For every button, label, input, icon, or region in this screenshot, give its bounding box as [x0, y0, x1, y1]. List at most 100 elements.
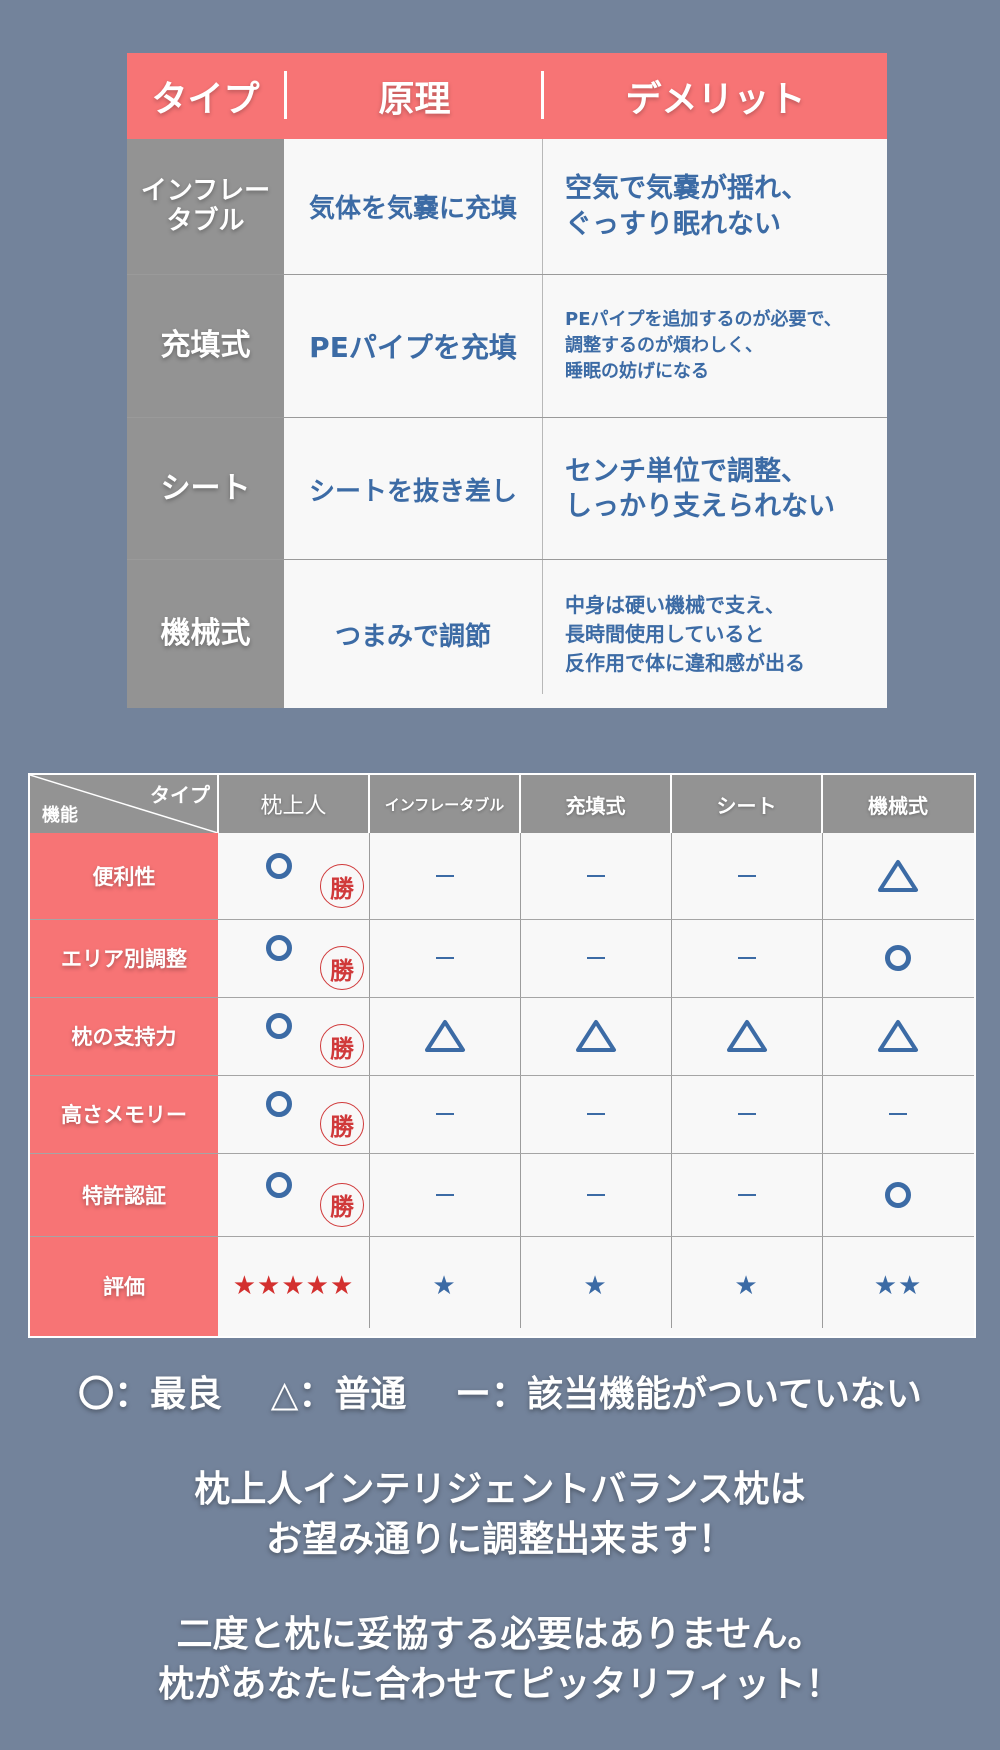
comparison-cell: [520, 1075, 671, 1153]
dash-mark-icon: [435, 957, 454, 959]
dash-mark-icon: [737, 957, 756, 959]
column-header: 枕上人: [260, 794, 327, 819]
comparison-cell: [369, 1075, 520, 1153]
comparison-cell: [520, 1153, 671, 1236]
comparison-cell: [369, 833, 520, 919]
header-divider: [519, 775, 521, 833]
header-divider: [670, 775, 672, 833]
comparison-cell: [369, 997, 520, 1075]
comparison-cell: [520, 919, 671, 997]
closing-message-2: 二度と枕に妥協する必要はありません。 枕があなたに合わせてピッタリフィット！: [158, 1614, 842, 1705]
comparison-cell: [822, 997, 974, 1075]
comparison-cell: 勝: [218, 1075, 369, 1153]
comparison-cell: [822, 919, 974, 997]
feature-row-label: エリア別調整: [61, 947, 187, 971]
comparison-cell: 勝: [218, 1153, 369, 1236]
column-header: 機械式: [868, 793, 928, 818]
win-badge-icon: 勝: [320, 1024, 364, 1068]
dash-mark-icon: [435, 875, 454, 877]
comparison-cell: [822, 1153, 974, 1236]
dash-mark-icon: [586, 957, 605, 959]
header-divider: [821, 775, 823, 833]
feature-row-label: 枕の支持力: [71, 1025, 177, 1049]
type-demerit: 中身は硬い機械で支え、 長時間使用していると 反作用で体に違和感が出る: [565, 592, 805, 675]
dash-mark-icon: [586, 1113, 605, 1115]
dash-mark-icon: [889, 1113, 907, 1115]
type-name: 充填式: [160, 327, 251, 363]
comparison-cell: [520, 997, 671, 1075]
comparison-cell: [671, 833, 822, 919]
type-row-filled: 充填式 PEパイプを充填 PEパイプを追加するのが必要で、 調整するのが煩わしく…: [127, 275, 887, 417]
win-badge-icon: 勝: [320, 946, 364, 990]
circle-mark-icon: [266, 1013, 292, 1039]
feature-row-label: 高さメモリー: [61, 1103, 187, 1127]
win-badge-icon: 勝: [320, 864, 364, 908]
circle-mark-icon: [885, 945, 911, 971]
closing-message-1: 枕上人インテリジェントバランス枕は お望み通りに調整出来ます！: [194, 1469, 806, 1560]
triangle-mark-icon: [424, 1020, 465, 1052]
star-rating-icon: ★★★★★: [232, 1271, 355, 1301]
header-type: タイプ: [151, 79, 260, 120]
circle-mark-icon: [266, 853, 292, 879]
circle-mark-icon: [266, 935, 292, 961]
column-header: 充填式: [565, 793, 626, 818]
comparison-cell: [671, 1075, 822, 1153]
win-badge-icon: 勝: [320, 1102, 364, 1146]
win-badge-icon: 勝: [320, 1182, 364, 1227]
column-header: シート: [716, 793, 777, 818]
legend-none: ー：該当機能がついていない: [454, 1374, 922, 1415]
comparison-cell: [369, 1153, 520, 1236]
star-rating-icon: ★★: [873, 1271, 923, 1301]
rating-row-label: 評価: [103, 1275, 145, 1299]
type-row-mechanical: 機械式 つまみで調節 中身は硬い機械で支え、 長時間使用していると 反作用で体に…: [127, 560, 887, 708]
rating-cell: ★★★★★: [218, 1236, 369, 1336]
comparison-cell: 勝: [218, 919, 369, 997]
rating-cell: ★: [369, 1236, 520, 1336]
rating-cell: ★: [520, 1236, 671, 1336]
comparison-cell: [369, 919, 520, 997]
type-table-header: タイプ 原理 デメリット: [127, 53, 887, 139]
circle-mark-icon: [266, 1171, 292, 1198]
corner-header: 機能 タイプ: [30, 775, 218, 833]
type-principle: 気体を気嚢に充填: [308, 194, 517, 224]
rating-cell: ★★: [822, 1236, 974, 1336]
type-demerit: センチ単位で調整、 しっかり支えられない: [565, 455, 835, 522]
header-principle: 原理: [378, 79, 451, 120]
dash-mark-icon: [737, 1113, 756, 1115]
type-demerit: 空気で気嚢が揺れ、 ぐっすり眠れない: [565, 173, 809, 240]
comparison-cell: [671, 997, 822, 1075]
type-principle-table: タイプ 原理 デメリット インフレー タブル 気体を気嚢に充填 空気で気嚢が揺れ…: [127, 53, 887, 708]
star-rating-icon: ★: [432, 1271, 457, 1301]
type-principle: シートを抜き差し: [308, 476, 517, 507]
type-name: インフレー タブル: [140, 175, 271, 236]
type-principle: つまみで調節: [334, 621, 491, 652]
triangle-mark-icon: [878, 1020, 918, 1052]
dash-mark-icon: [435, 1113, 454, 1115]
star-rating-icon: ★: [583, 1271, 608, 1301]
comparison-cell: [520, 833, 671, 919]
comparison-cell: 勝: [218, 997, 369, 1075]
legend-normal: △：普通: [270, 1374, 407, 1415]
dash-mark-icon: [586, 1193, 605, 1196]
triangle-mark-icon: [575, 1020, 616, 1052]
header-divider: [368, 775, 370, 833]
comparison-cell: [822, 833, 974, 919]
type-row-sheet: シート シートを抜き差し センチ単位で調整、 しっかり支えられない: [127, 418, 887, 560]
circle-mark-icon: [885, 1181, 911, 1208]
header-demerit: デメリット: [625, 79, 806, 120]
comparison-cell: [671, 1153, 822, 1236]
type-principle: PEパイプを充填: [309, 331, 517, 364]
corner-col-label: タイプ: [150, 783, 210, 807]
comparison-cell: [671, 919, 822, 997]
star-rating-icon: ★: [734, 1271, 759, 1301]
feature-row-label: 便利性: [92, 865, 156, 889]
comparison-cell: [822, 1075, 974, 1153]
legend-best: 〇：最良: [78, 1374, 223, 1415]
feature-comparison-table: 機能 タイプ 枕上人 インフレータブル 充填式 シート 機械式 便利性勝エリア別調整勝枕の…: [28, 773, 976, 1338]
circle-mark-icon: [266, 1091, 292, 1117]
type-name: 機械式: [160, 615, 251, 651]
dash-mark-icon: [586, 875, 605, 877]
type-row-inflatable: インフレー タブル 気体を気嚢に充填 空気で気嚢が揺れ、 ぐっすり眠れない: [127, 139, 887, 274]
column-header: インフレータブル: [384, 795, 505, 814]
feature-row-label: 特許認証: [82, 1183, 166, 1208]
